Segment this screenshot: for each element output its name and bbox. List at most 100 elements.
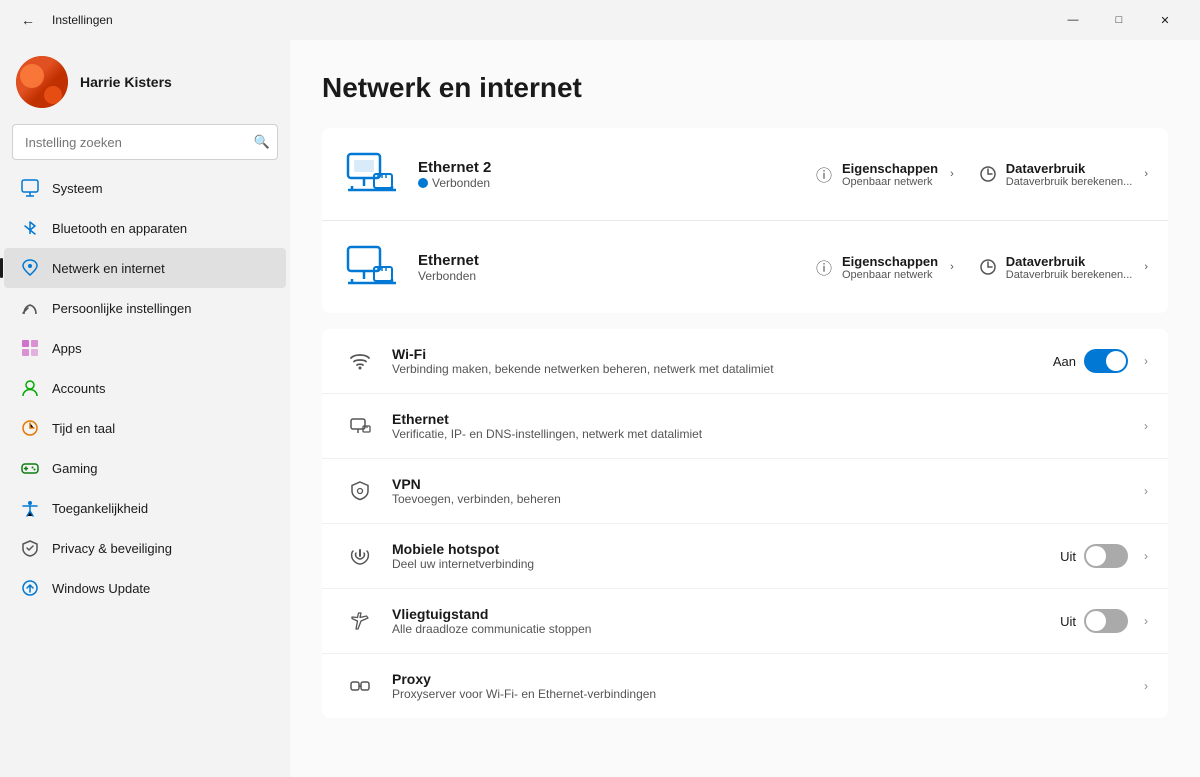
window-controls: — □ ✕ [1050,4,1188,36]
toggle-vliegtuig[interactable] [1084,609,1128,633]
privacy-icon [20,538,40,558]
network-item-wifi[interactable]: Wi-Fi Verbinding maken, bekende netwerke… [322,329,1168,394]
ethernet-name: Ethernet [418,252,814,269]
ethernet2-actions: ⓘ Eigenschappen Openbaar netwerk › [814,161,1148,188]
hotspot-right: Uit › [1060,544,1148,568]
vpn-icon [342,473,378,509]
ethernet-dataverbruik[interactable]: Dataverbruik Dataverbruik berekenen... › [978,254,1148,281]
proxy-info: Proxy Proxyserver voor Wi-Fi- en Etherne… [392,671,1136,701]
dataverbruik-text: Dataverbruik Dataverbruik berekenen... [1006,161,1133,188]
info-icon2: ⓘ [814,257,834,277]
vliegtuig-icon [342,603,378,639]
close-button[interactable]: ✕ [1142,4,1188,36]
wifi-right: Aan › [1053,349,1148,373]
wifi-name: Wi-Fi [392,346,1053,362]
netwerk-icon [20,258,40,278]
chevron-right-icon3: › [950,261,954,273]
sidebar: Harrie Kisters 🔍 Systeem Bluetooth en ap… [0,40,290,777]
vliegtuig-right: Uit › [1060,609,1148,633]
hotspot-name: Mobiele hotspot [392,541,1060,557]
chevron-right-icon: › [1144,484,1148,498]
sidebar-item-bluetooth[interactable]: Bluetooth en apparaten [4,208,286,248]
ethernet2-name: Ethernet 2 [418,159,814,176]
maximize-button[interactable]: □ [1096,4,1142,36]
sidebar-item-privacy[interactable]: Privacy & beveiliging [4,528,286,568]
ethernet-eigenschappen[interactable]: ⓘ Eigenschappen Openbaar netwerk › [814,254,954,281]
nav-container: Systeem Bluetooth en apparaten Netwerk e… [0,168,290,608]
hotspot-desc: Deel uw internetverbinding [392,557,1060,571]
search-input[interactable] [12,124,278,160]
sidebar-item-update[interactable]: Windows Update [4,568,286,608]
proxy-name: Proxy [392,671,1136,687]
sidebar-item-netwerk[interactable]: Netwerk en internet [4,248,286,288]
wifi-desc: Verbinding maken, bekende netwerken behe… [392,362,1053,376]
data-icon [978,164,998,184]
toggle-label-vliegtuig: Uit [1060,614,1076,629]
proxy-desc: Proxyserver voor Wi-Fi- en Ethernet-verb… [392,687,1136,701]
ethernet-icon [342,237,402,297]
sidebar-item-label: Persoonlijke instellingen [52,301,191,316]
sidebar-item-apps[interactable]: Apps [4,328,286,368]
update-icon [20,578,40,598]
ethernet-card[interactable]: Ethernet Verbonden ⓘ Eigenschappen Openb… [322,221,1168,313]
chevron-right-icon: › [1144,614,1148,628]
systeem-icon [20,178,40,198]
back-button[interactable]: ← [12,4,44,36]
network-item-proxy[interactable]: Proxy Proxyserver voor Wi-Fi- en Etherne… [322,654,1168,718]
network-item-vpn[interactable]: VPN Toevoegen, verbinden, beheren › [322,459,1168,524]
chevron-right-icon2: › [1144,168,1148,180]
ethernet-desc: Verificatie, IP- en DNS-instellingen, ne… [392,427,1136,441]
ethernet-status: Verbonden [418,269,814,283]
toegankelijkheid-icon [20,498,40,518]
wifi-icon [342,343,378,379]
content-area: Netwerk en internet [290,40,1200,777]
ethernet2-dataverbruik[interactable]: Dataverbruik Dataverbruik berekenen... › [978,161,1148,188]
vliegtuig-info: Vliegtuigstand Alle draadloze communicat… [392,606,1060,636]
sidebar-item-toegankelijkheid[interactable]: Toegankelijkheid [4,488,286,528]
data-icon2 [978,257,998,277]
toggle-label-wifi: Aan [1053,354,1076,369]
sidebar-item-label: Tijd en taal [52,421,115,436]
proxy-icon [342,668,378,704]
ethernet2-status-dot [418,178,428,188]
accounts-icon [20,378,40,398]
ethernet-right: › [1136,419,1148,433]
network-item-ethernet[interactable]: Ethernet Verificatie, IP- en DNS-instell… [322,394,1168,459]
chevron-right-icon: › [1144,549,1148,563]
toggle-hotspot[interactable] [1084,544,1128,568]
titlebar-title: Instellingen [52,13,113,27]
vpn-desc: Toevoegen, verbinden, beheren [392,492,1136,506]
vpn-right: › [1136,484,1148,498]
hotspot-info: Mobiele hotspot Deel uw internetverbindi… [392,541,1060,571]
titlebar: ← Instellingen — □ ✕ [0,0,1200,40]
sidebar-item-label: Systeem [52,181,103,196]
eigenschappen-text: Eigenschappen Openbaar netwerk [842,161,938,188]
sidebar-item-persoonlijk[interactable]: Persoonlijke instellingen [4,288,286,328]
ethernet2-eigenschappen[interactable]: ⓘ Eigenschappen Openbaar netwerk › [814,161,954,188]
sidebar-item-label: Toegankelijkheid [52,501,148,516]
sidebar-item-systeem[interactable]: Systeem [4,168,286,208]
sidebar-item-label: Privacy & beveiliging [52,541,172,556]
chevron-right-icon: › [950,168,954,180]
back-icon: ← [21,12,35,28]
sidebar-item-accounts[interactable]: Accounts [4,368,286,408]
sidebar-item-gaming[interactable]: Gaming [4,448,286,488]
vpn-name: VPN [392,476,1136,492]
search-icon: 🔍 [254,134,270,150]
network-item-hotspot[interactable]: Mobiele hotspot Deel uw internetverbindi… [322,524,1168,589]
network-list: Wi-Fi Verbinding maken, bekende netwerke… [322,329,1168,718]
tijd-icon [20,418,40,438]
ethernet2-info: Ethernet 2 Verbonden [418,159,814,190]
network-item-vliegtuig[interactable]: Vliegtuigstand Alle draadloze communicat… [322,589,1168,654]
chevron-right-icon4: › [1144,261,1148,273]
sidebar-item-tijd[interactable]: Tijd en taal [4,408,286,448]
sidebar-item-label: Bluetooth en apparaten [52,221,187,236]
proxy-right: › [1136,679,1148,693]
info-icon: ⓘ [814,164,834,184]
minimize-button[interactable]: — [1050,4,1096,36]
ethernet2-card[interactable]: Ethernet 2 Verbonden ⓘ Eigenschappen Ope… [322,128,1168,221]
persoonlijk-icon [20,298,40,318]
user-section: Harrie Kisters [0,40,290,124]
apps-icon [20,338,40,358]
toggle-wifi[interactable] [1084,349,1128,373]
